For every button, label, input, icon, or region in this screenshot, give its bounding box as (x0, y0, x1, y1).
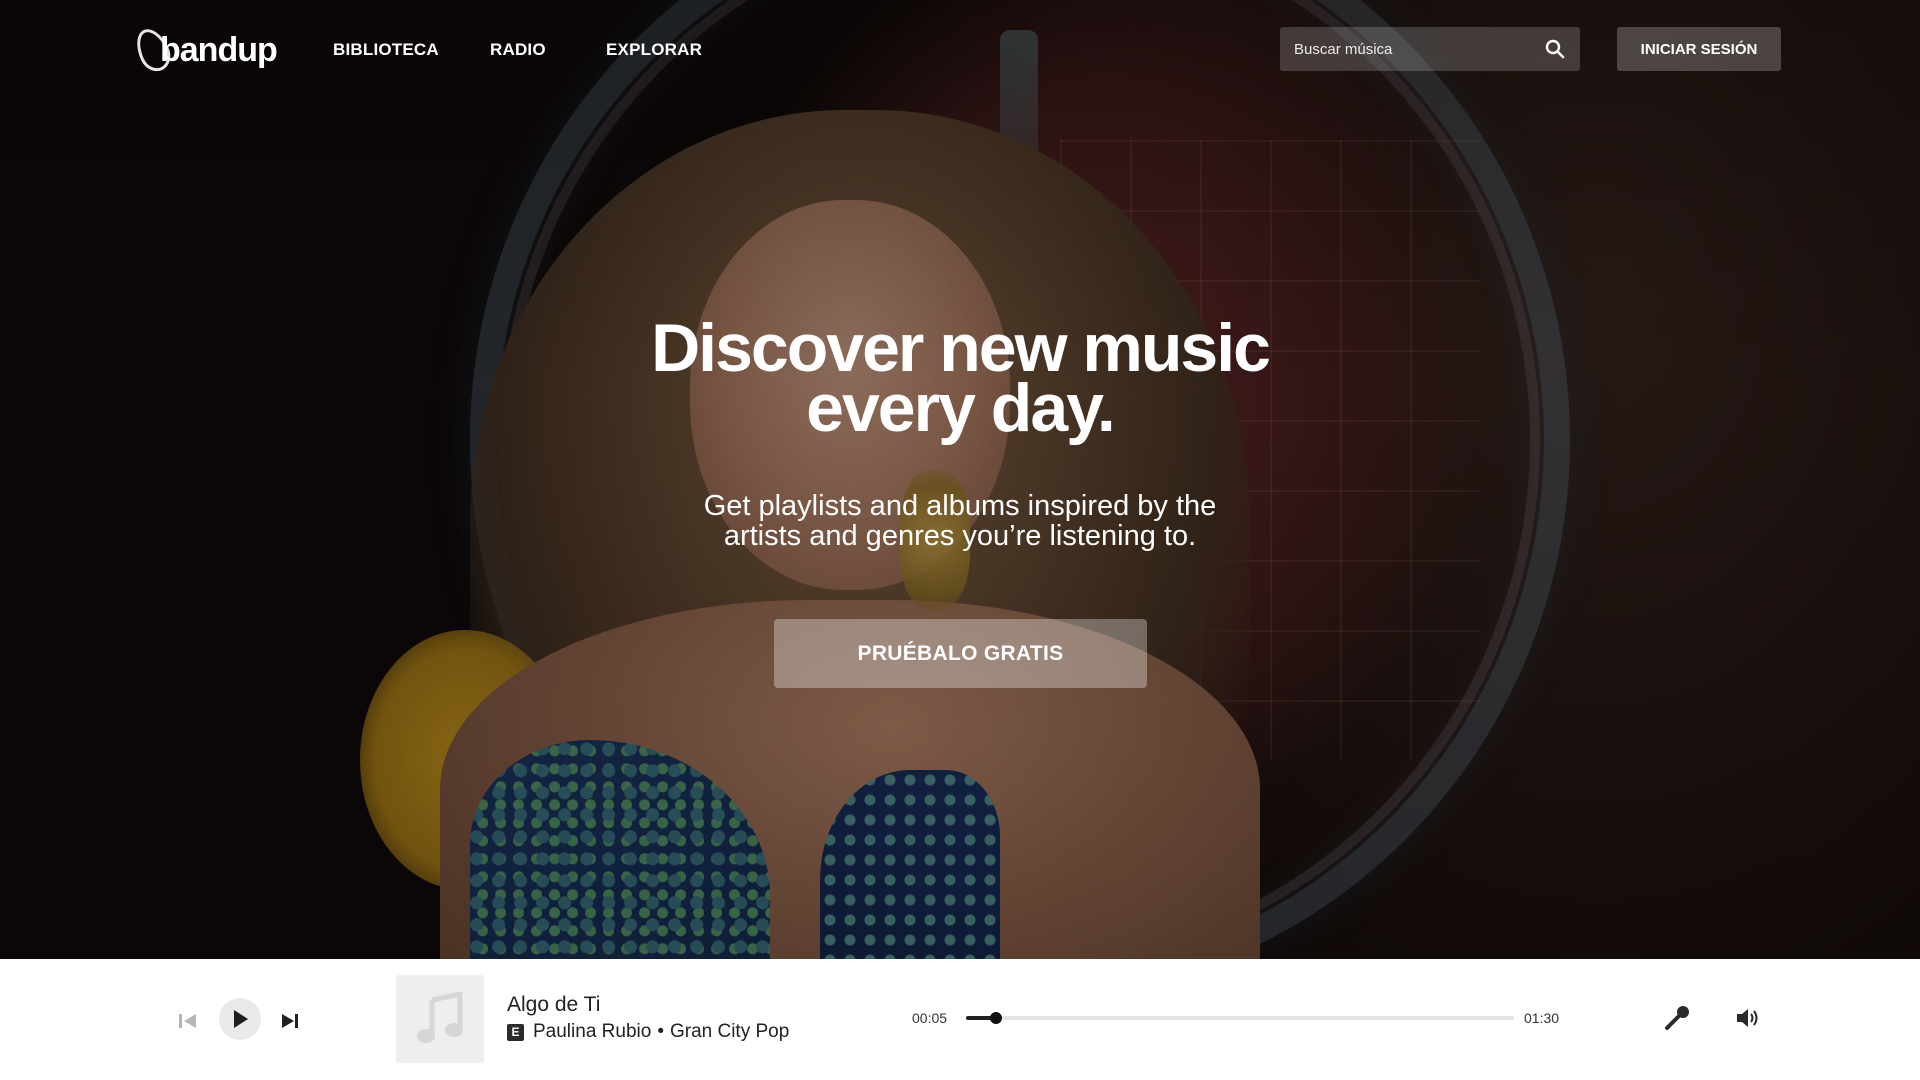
total-time: 01:30 (1524, 1010, 1560, 1026)
previous-track-button[interactable] (174, 1007, 202, 1035)
explicit-badge: E (507, 1023, 524, 1041)
current-time: 00:05 (912, 1010, 948, 1026)
track-meta: E Paulina Rubio • Gran City Pop (507, 1021, 789, 1043)
hero-title: Discover new music every day. (560, 310, 1360, 446)
track-artist[interactable]: Paulina Rubio (533, 1021, 651, 1043)
bandup-logo[interactable]: bandup (130, 23, 278, 77)
try-free-button[interactable]: PRUÉBALO GRATIS (774, 619, 1147, 688)
meta-separator: • (657, 1021, 664, 1042)
progress-bar[interactable] (966, 1012, 1514, 1024)
hero-background (0, 0, 1920, 959)
hero-subtitle-line-2: artists and genres you’re listening to. (723, 520, 1197, 552)
nav-link-biblioteca[interactable]: BIBLIOTECA (333, 40, 439, 60)
search-icon[interactable] (1544, 38, 1566, 60)
hero-subtitle-line-1: Get playlists and albums inspired by the (703, 490, 1217, 522)
nav-link-radio[interactable]: RADIO (490, 40, 546, 60)
search-bar (1280, 27, 1580, 71)
login-button[interactable]: INICIAR SESIÓN (1617, 27, 1781, 71)
lyrics-button[interactable] (1662, 1003, 1692, 1033)
logo-text: bandup (160, 30, 278, 69)
album-art[interactable] (396, 975, 484, 1063)
hero-overlay (0, 0, 1920, 959)
track-album[interactable]: Gran City Pop (670, 1021, 789, 1043)
hero-title-line-1: Discover new music (651, 310, 1271, 386)
play-button[interactable] (219, 998, 261, 1040)
hero-subtitle: Get playlists and albums inspired by the… (610, 491, 1310, 551)
play-icon (234, 1010, 248, 1028)
previous-icon (179, 1014, 196, 1028)
search-input[interactable] (1294, 40, 1544, 58)
volume-button[interactable] (1734, 1004, 1762, 1032)
nav-link-explorar[interactable]: EXPLORAR (606, 40, 702, 60)
microphone-icon (1665, 1006, 1689, 1030)
next-icon (282, 1014, 298, 1028)
top-navbar: bandup BIBLIOTECA RADIO EXPLORAR INICIAR… (0, 0, 1920, 100)
track-title[interactable]: Algo de Ti (507, 993, 600, 1017)
next-track-button[interactable] (276, 1007, 304, 1035)
hero-title-line-2: every day. (806, 370, 1116, 446)
music-note-icon (417, 992, 463, 1043)
volume-icon (1737, 1009, 1758, 1027)
